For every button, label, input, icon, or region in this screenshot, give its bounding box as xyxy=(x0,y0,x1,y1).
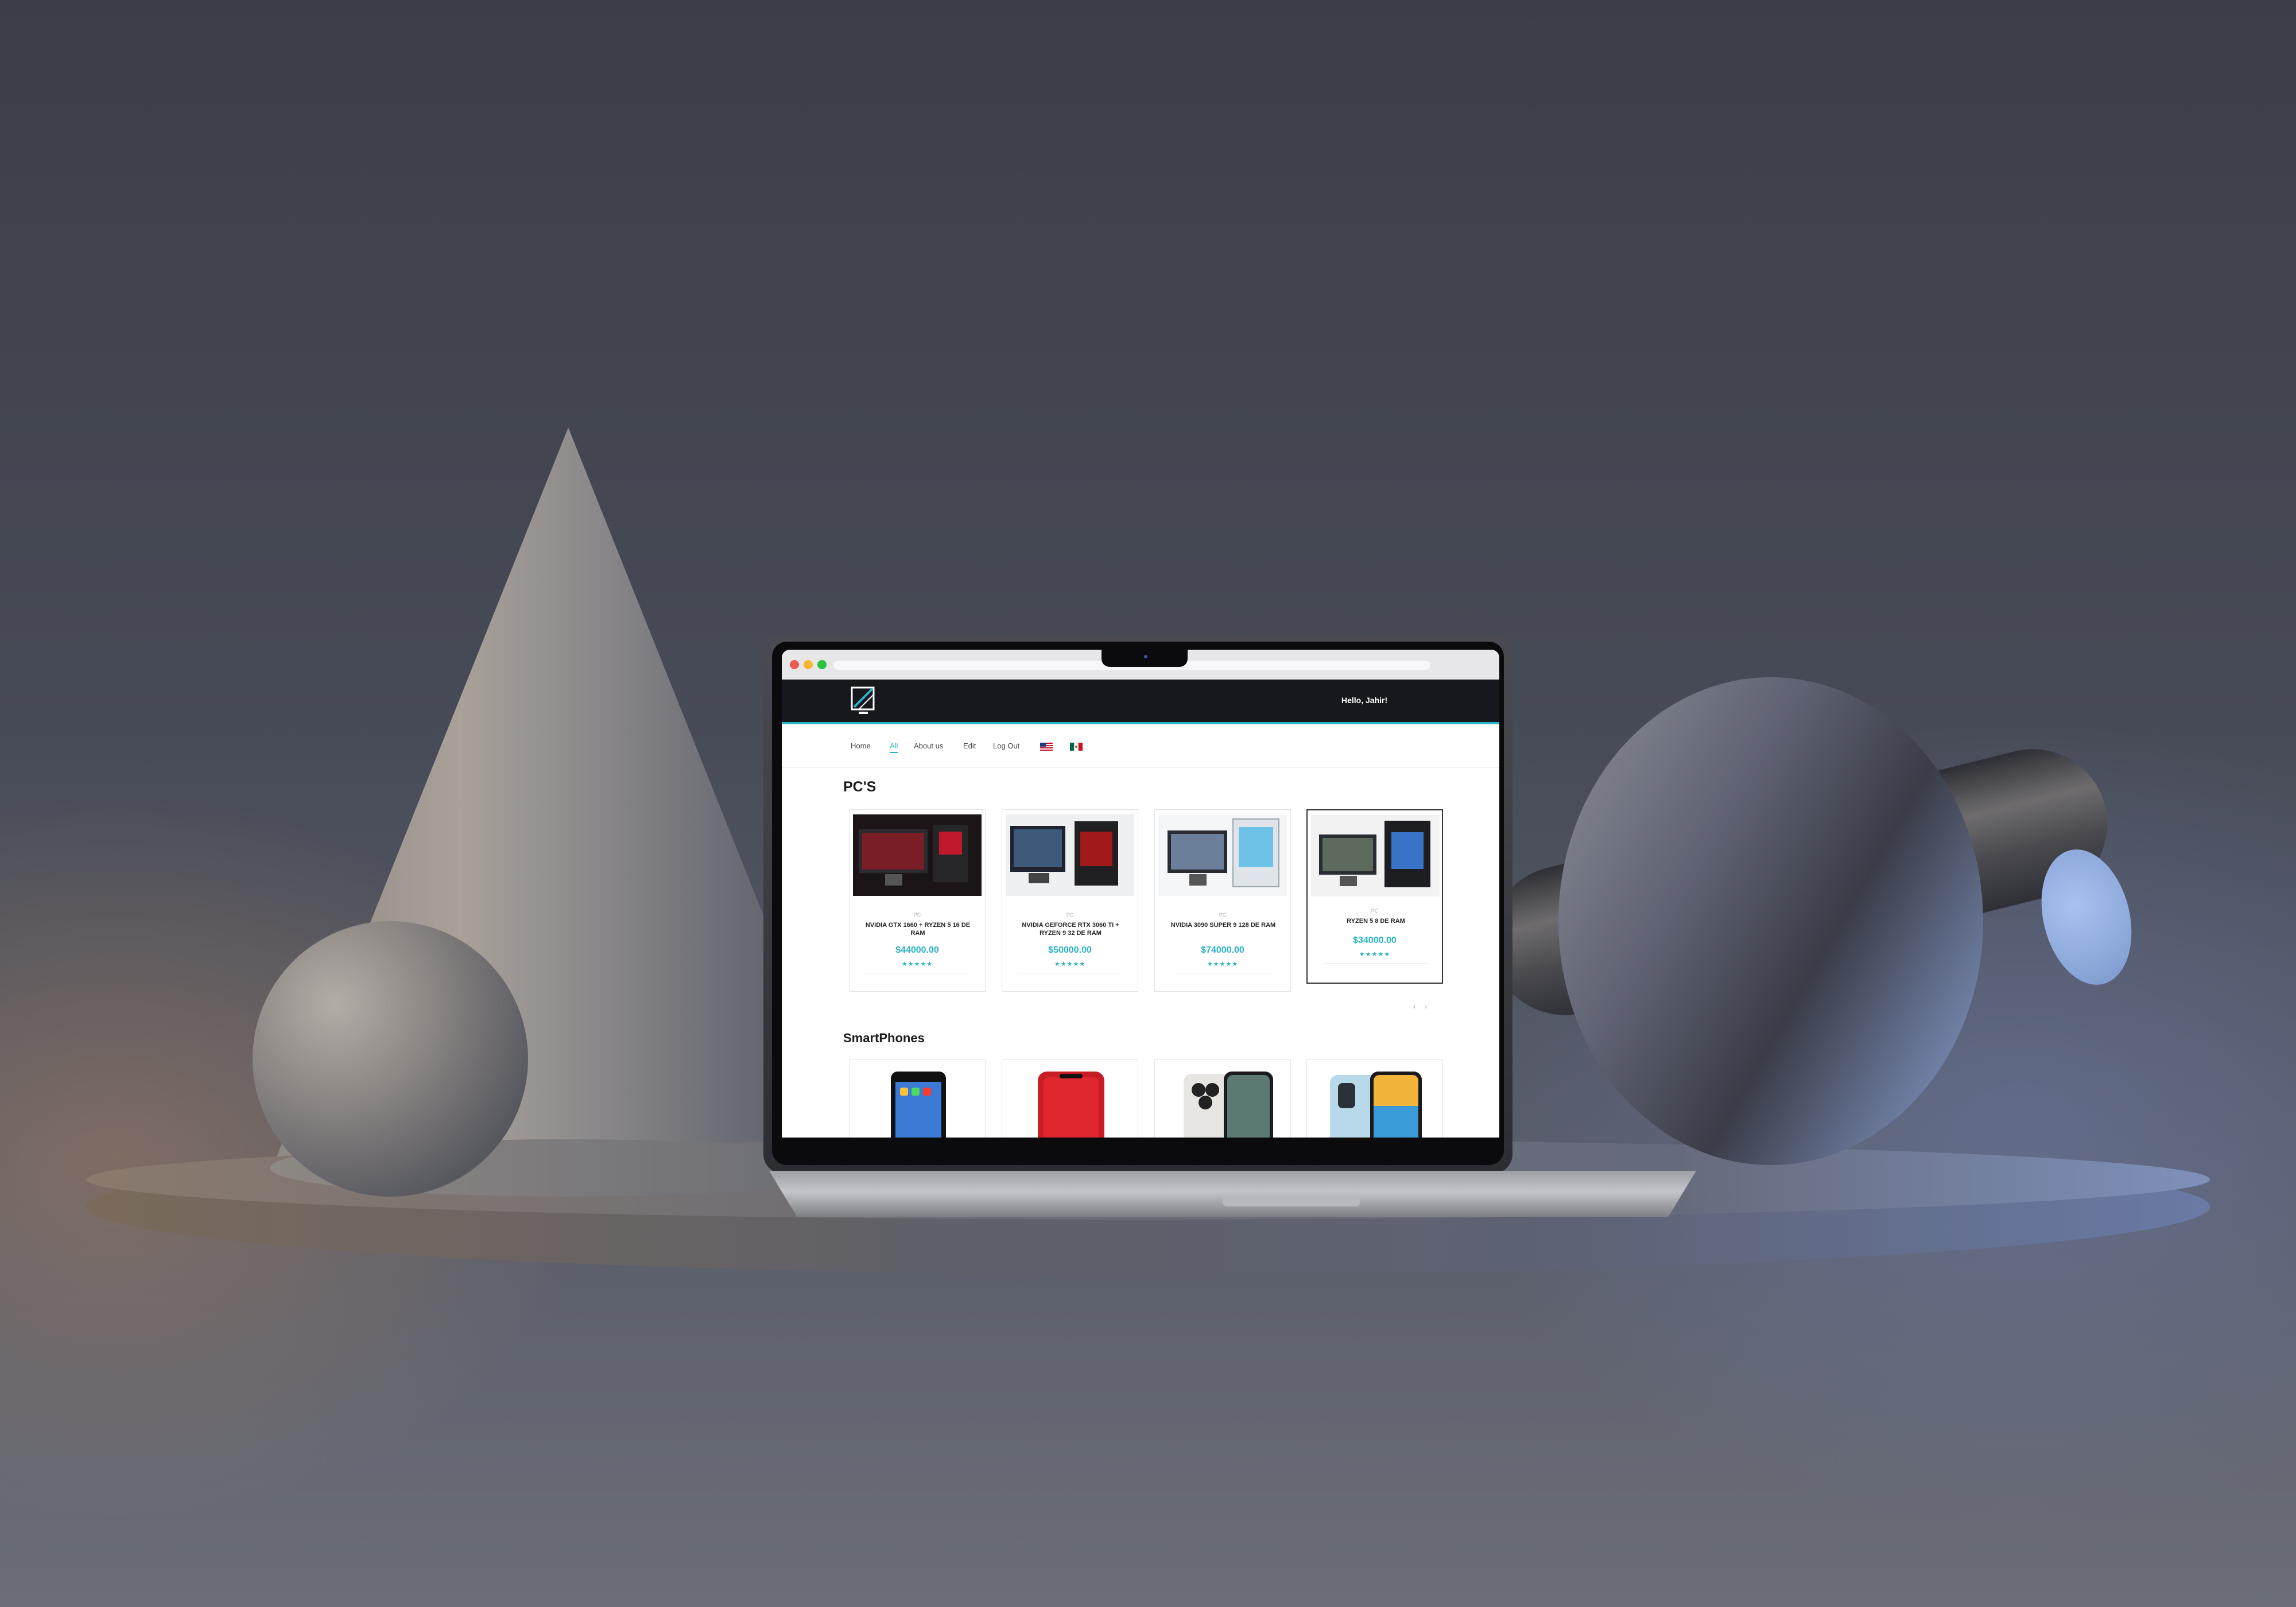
close-window-button[interactable] xyxy=(790,660,799,669)
product-image xyxy=(1311,815,1440,896)
product-category: PC xyxy=(913,912,921,918)
product-card[interactable]: PC NVIDIA 3090 SUPER 9 128 DE RAM $74000… xyxy=(1154,809,1291,992)
sphere-shape xyxy=(253,921,528,1197)
divider xyxy=(1324,963,1428,964)
torus-shape xyxy=(1558,677,1983,1165)
product-name[interactable]: RYZEN 5 8 DE RAM xyxy=(1317,917,1435,925)
rating-stars: ★★★★★ xyxy=(1359,951,1391,958)
nav-log-out[interactable]: Log Out xyxy=(993,742,1019,750)
product-category: PC xyxy=(1371,908,1379,914)
nav-all[interactable]: All xyxy=(890,742,898,753)
iphone-red-image-icon xyxy=(1038,1072,1104,1138)
product-card[interactable] xyxy=(1306,1059,1443,1138)
maximize-window-button[interactable] xyxy=(817,660,827,669)
product-card[interactable] xyxy=(1154,1059,1291,1138)
minimize-window-button[interactable] xyxy=(804,660,813,669)
product-image xyxy=(1158,814,1287,896)
iphone-black-image-icon xyxy=(891,1072,946,1138)
product-category: PC xyxy=(1219,912,1227,918)
product-name[interactable]: NVIDIA GEFORCE RTX 3060 TI + RYZEN 9 32 … xyxy=(1011,921,1130,937)
product-price: $74000.00 xyxy=(1201,945,1244,955)
rating-stars: ★★★★★ xyxy=(901,961,933,968)
laptop-base xyxy=(769,1171,1696,1217)
mockup-scene: Hello, Jahir! Home All About us Edit Log… xyxy=(0,0,2296,1607)
mexico-flag-icon[interactable] xyxy=(1070,743,1083,751)
product-card[interactable]: PC NVIDIA GTX 1660 + RYZEN 5 16 DE RAM $… xyxy=(849,809,986,992)
camera-icon xyxy=(1144,655,1147,658)
nav-about-us[interactable]: About us xyxy=(914,742,943,750)
greeting: Hello, Jahir! xyxy=(1341,696,1388,705)
site-header: Hello, Jahir! xyxy=(782,680,1499,724)
camera-notch xyxy=(1102,650,1188,667)
nav-edit[interactable]: Edit xyxy=(963,742,976,750)
product-name[interactable]: NVIDIA 3090 SUPER 9 128 DE RAM xyxy=(1164,921,1282,929)
gaming-pc-image-icon xyxy=(1006,814,1134,896)
rating-stars: ★★★★★ xyxy=(1054,961,1086,968)
product-card-selected[interactable]: PC RYZEN 5 8 DE RAM $34000.00 ★★★★★ xyxy=(1306,809,1443,984)
carousel-prev-button[interactable]: ‹ xyxy=(1413,1002,1415,1011)
carousel-next-button[interactable]: › xyxy=(1425,1002,1427,1011)
product-image xyxy=(1006,814,1134,896)
iphone-silver-image-icon xyxy=(1184,1072,1273,1138)
gaming-pc-image-icon xyxy=(1158,814,1287,896)
laptop-trackpad-notch xyxy=(1223,1197,1360,1206)
product-price: $50000.00 xyxy=(1048,945,1092,955)
main-nav: Home All About us Edit Log Out xyxy=(782,727,1499,768)
gaming-pc-image-icon xyxy=(853,814,982,896)
product-card[interactable] xyxy=(1002,1059,1138,1138)
iphone-blue-image-icon xyxy=(1330,1072,1422,1138)
product-name[interactable]: NVIDIA GTX 1660 + RYZEN 5 16 DE RAM xyxy=(859,921,977,937)
product-category: PC xyxy=(1066,912,1074,918)
product-card[interactable]: PC NVIDIA GEFORCE RTX 3060 TI + RYZEN 9 … xyxy=(1002,809,1138,992)
us-flag-icon[interactable] xyxy=(1040,743,1053,751)
section-title-smartphones: SmartPhones xyxy=(843,1031,925,1045)
laptop-screen: Hello, Jahir! Home All About us Edit Log… xyxy=(782,650,1499,1138)
product-price: $44000.00 xyxy=(895,945,939,955)
section-title-pcs: PC'S xyxy=(843,779,876,795)
site-logo-icon[interactable] xyxy=(851,686,876,716)
product-card[interactable] xyxy=(849,1059,986,1138)
product-price: $34000.00 xyxy=(1353,936,1397,945)
product-image xyxy=(853,814,982,896)
nav-home[interactable]: Home xyxy=(851,742,871,750)
rating-stars: ★★★★★ xyxy=(1207,961,1239,968)
gaming-pc-image-icon xyxy=(1311,815,1440,896)
